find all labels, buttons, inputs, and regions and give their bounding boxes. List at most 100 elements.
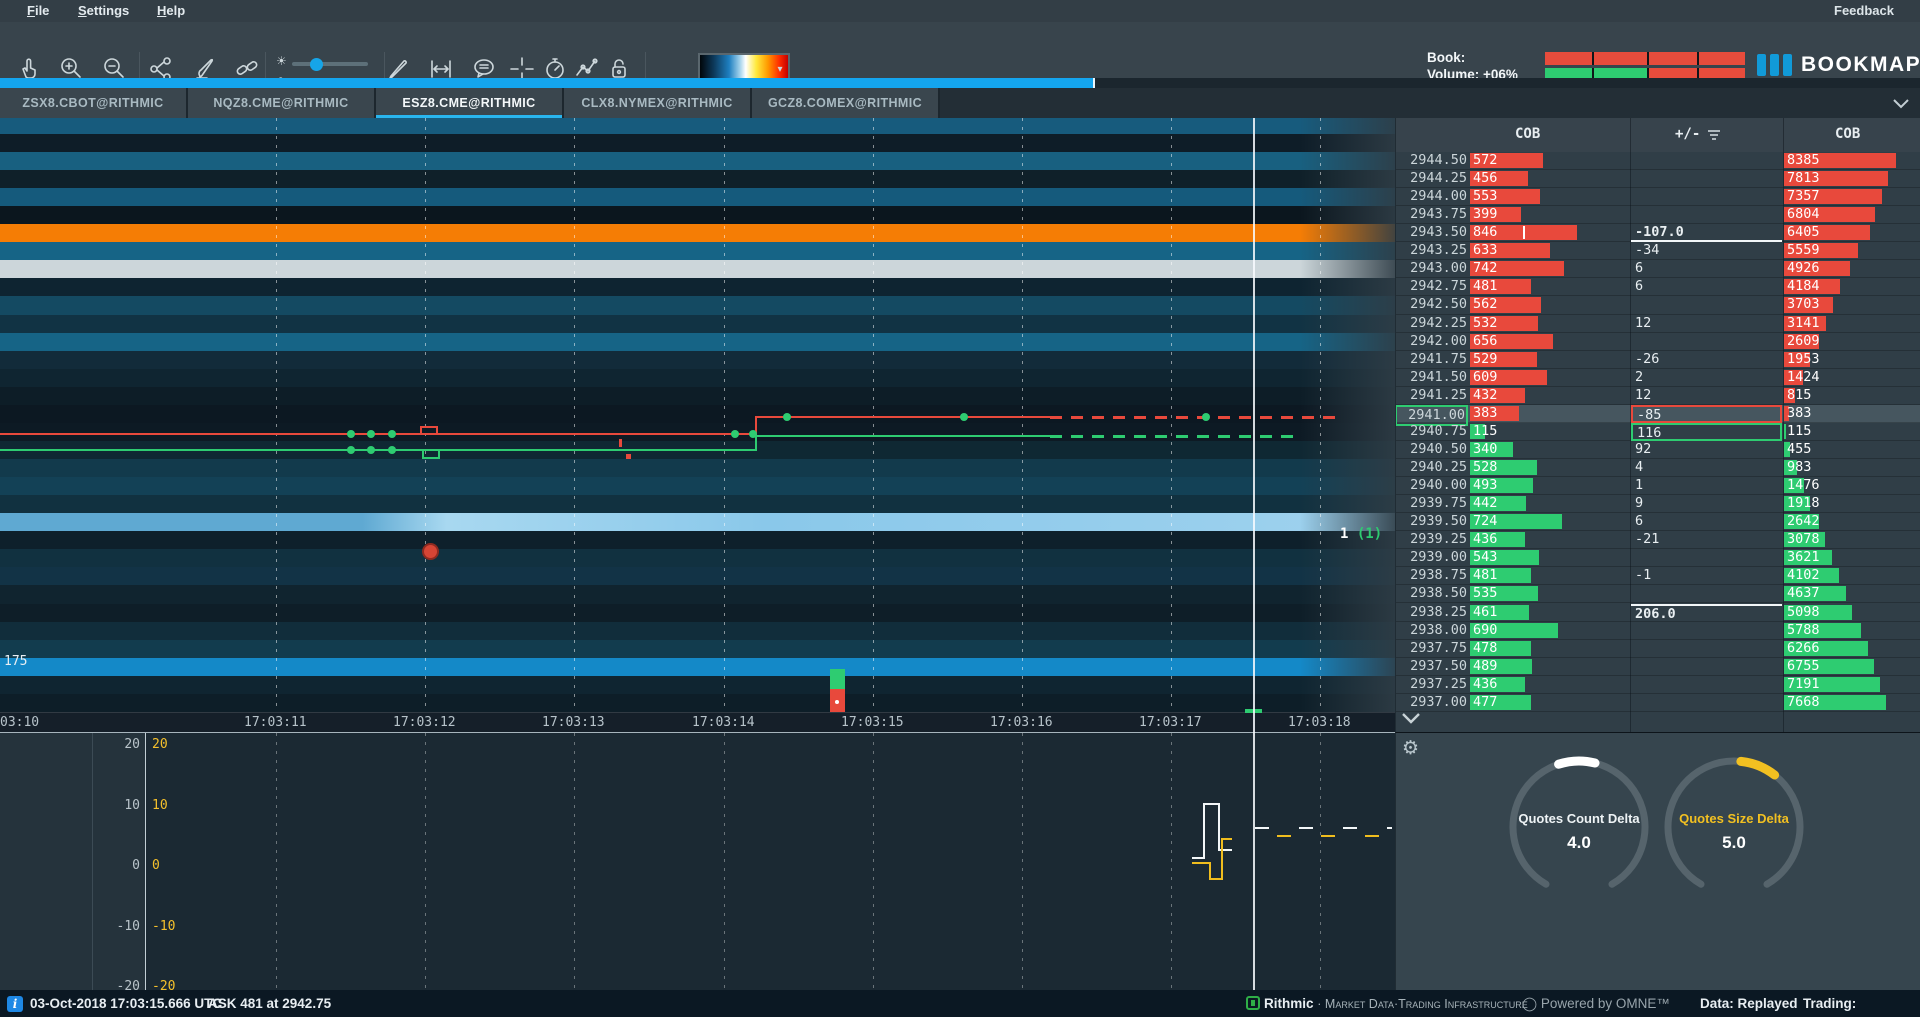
order-book-row[interactable]: 2941.75529-261953: [1395, 351, 1920, 369]
cumulative-value: 6755: [1787, 658, 1820, 675]
info-icon[interactable]: i: [7, 996, 23, 1012]
time-label: 17:03:16: [990, 715, 1053, 730]
delta-cell: -107.0: [1631, 224, 1782, 242]
cumulative-value: 6804: [1787, 206, 1820, 223]
order-book-row[interactable]: 2940.0049311476: [1395, 477, 1920, 495]
order-book-row[interactable]: 2944.005537357: [1395, 188, 1920, 206]
gauge2-label: Quotes Size Delta: [1634, 811, 1834, 826]
order-book-row[interactable]: 2937.754786266: [1395, 640, 1920, 658]
order-book-row[interactable]: 2940.75115116115: [1395, 423, 1920, 441]
cob-value: 528: [1473, 459, 1497, 476]
heatmap-band: [0, 188, 1395, 207]
tab-overflow-chevron-icon[interactable]: [1890, 94, 1912, 117]
menu-file[interactable]: File: [27, 3, 49, 18]
heatmap-chart[interactable]: 1 (1)175: [0, 118, 1395, 712]
dom-collapse-chevron-icon[interactable]: [1398, 710, 1424, 731]
filter-icon[interactable]: [1707, 129, 1721, 145]
instrument-tab-bar: ZSX8.CBOT@RITHMICNQZ8.CME@RITHMICESZ8.CM…: [0, 88, 1920, 118]
heatmap-band: [0, 585, 1395, 604]
order-book-row[interactable]: 2943.25633-345559: [1395, 242, 1920, 260]
order-book-row[interactable]: 2939.005433621: [1395, 549, 1920, 567]
order-count: (1): [1357, 526, 1382, 542]
order-book-panel: COB +/- COB 2944.5057283852944.254567813…: [1395, 118, 1920, 732]
time-gridline: [1022, 118, 1023, 712]
cumulative-value: 6405: [1787, 224, 1820, 241]
replay-progress-fill: [0, 78, 1093, 88]
replay-progress-bar[interactable]: [0, 78, 1920, 88]
menu-settings[interactable]: Settings: [78, 3, 129, 18]
tab-gcz8-comex-rithmic[interactable]: GCZ8.COMEX@RITHMIC: [752, 88, 940, 118]
order-book-row[interactable]: 2942.25532123141: [1395, 315, 1920, 333]
heatmap-band: [0, 604, 1395, 623]
order-quantity-label: 1 (1): [1340, 526, 1382, 542]
price-cell: 2938.50: [1395, 585, 1468, 602]
order-book-row[interactable]: 2937.004777668: [1395, 694, 1920, 712]
tab-esz8-cme-rithmic[interactable]: ESZ8.CME@RITHMIC: [376, 88, 564, 118]
indicator-subchart[interactable]: 2020101000-10-10-20-20: [0, 732, 1395, 990]
tab-nqz8-cme-rithmic[interactable]: NQZ8.CME@RITHMIC: [188, 88, 376, 118]
brightness-slider[interactable]: [292, 62, 368, 66]
cob-value: 481: [1473, 567, 1497, 584]
subchart-axis-label-yellow: -20: [152, 979, 175, 990]
price-cell: 2942.50: [1395, 296, 1468, 313]
heatmap-band: [0, 351, 1395, 370]
trade-dot: [1202, 413, 1210, 421]
heatmap-band: [0, 495, 1395, 514]
order-book-row[interactable]: 2943.0074264926: [1395, 260, 1920, 278]
order-book-row[interactable]: 2940.5034092455: [1395, 441, 1920, 459]
ask-order-notch: [420, 426, 422, 434]
cumulative-value: 983: [1787, 459, 1811, 476]
heatmap-band: [0, 315, 1395, 334]
cob-value: 481: [1473, 278, 1497, 295]
powered-by-omne: ◯ Powered by OMNE™: [1522, 990, 1670, 1017]
cob-right-header[interactable]: COB: [1835, 126, 1860, 142]
cumulative-value: 3621: [1787, 549, 1820, 566]
order-book-row[interactable]: 2942.7548164184: [1395, 278, 1920, 296]
order-book-row[interactable]: 2943.753996804: [1395, 206, 1920, 224]
order-book-row[interactable]: 2937.504896755: [1395, 658, 1920, 676]
order-book-row[interactable]: 2942.505623703: [1395, 296, 1920, 314]
time-gridline: [574, 733, 575, 990]
cob-value: 529: [1473, 351, 1497, 368]
price-cell: 2942.00: [1395, 333, 1468, 350]
cumulative-value: 1918: [1787, 495, 1820, 512]
cob-value: 656: [1473, 333, 1497, 350]
order-book-row[interactable]: 2943.50846-107.06405: [1395, 224, 1920, 242]
order-book-row[interactable]: 2941.2543212815: [1395, 387, 1920, 405]
order-book-row[interactable]: 2942.00 656 2609: [1395, 333, 1920, 351]
order-book-row[interactable]: 2938.25461206.05098: [1395, 604, 1920, 622]
tab-clx8-nymex-rithmic[interactable]: CLX8.NYMEX@RITHMIC: [564, 88, 752, 118]
order-book-row[interactable]: 2941.00383-85383: [1395, 405, 1920, 423]
order-book-row[interactable]: 2939.5072462642: [1395, 513, 1920, 531]
bid-order-dashed-line: [1050, 435, 1293, 438]
order-book-row[interactable]: 2940.255284983: [1395, 459, 1920, 477]
heatmap-band: [0, 531, 1395, 550]
order-book-row[interactable]: 2938.505354637: [1395, 585, 1920, 603]
delta-cell: [1631, 170, 1782, 188]
order-book-row[interactable]: 2937.254367191: [1395, 676, 1920, 694]
price-cell: 2938.75: [1395, 567, 1468, 584]
heatmap-band: [0, 658, 1395, 677]
order-book-row[interactable]: 2938.75481-14102: [1395, 567, 1920, 585]
delta-cell: 4: [1631, 459, 1782, 477]
trade-dot: [960, 413, 968, 421]
price-cell: 2939.00: [1395, 549, 1468, 566]
cumulative-value: 1476: [1787, 477, 1820, 494]
cob-left-header[interactable]: COB: [1515, 126, 1540, 142]
cob-value: 489: [1473, 658, 1497, 675]
tab-zsx8-cbot-rithmic[interactable]: ZSX8.CBOT@RITHMIC: [0, 88, 188, 118]
cumulative-value: 2609: [1787, 333, 1820, 350]
order-book-row[interactable]: 2944.505728385: [1395, 152, 1920, 170]
feedback-link[interactable]: Feedback: [1834, 3, 1894, 18]
order-book-row[interactable]: 2938.006905788: [1395, 622, 1920, 640]
time-label: 17:03:12: [393, 715, 456, 730]
subchart-axis-label-yellow: 20: [152, 737, 168, 752]
book-depth-bar: [1545, 52, 1745, 65]
order-book-row[interactable]: 2939.25436-213078: [1395, 531, 1920, 549]
order-book-row[interactable]: 2944.254567813: [1395, 170, 1920, 188]
order-book-row[interactable]: 2939.7544291918: [1395, 495, 1920, 513]
plusminus-header[interactable]: +/-: [1675, 126, 1700, 142]
brightness-slider-thumb[interactable]: [310, 58, 323, 71]
order-book-row[interactable]: 2941.5060921424: [1395, 369, 1920, 387]
menu-help[interactable]: Help: [157, 3, 185, 18]
